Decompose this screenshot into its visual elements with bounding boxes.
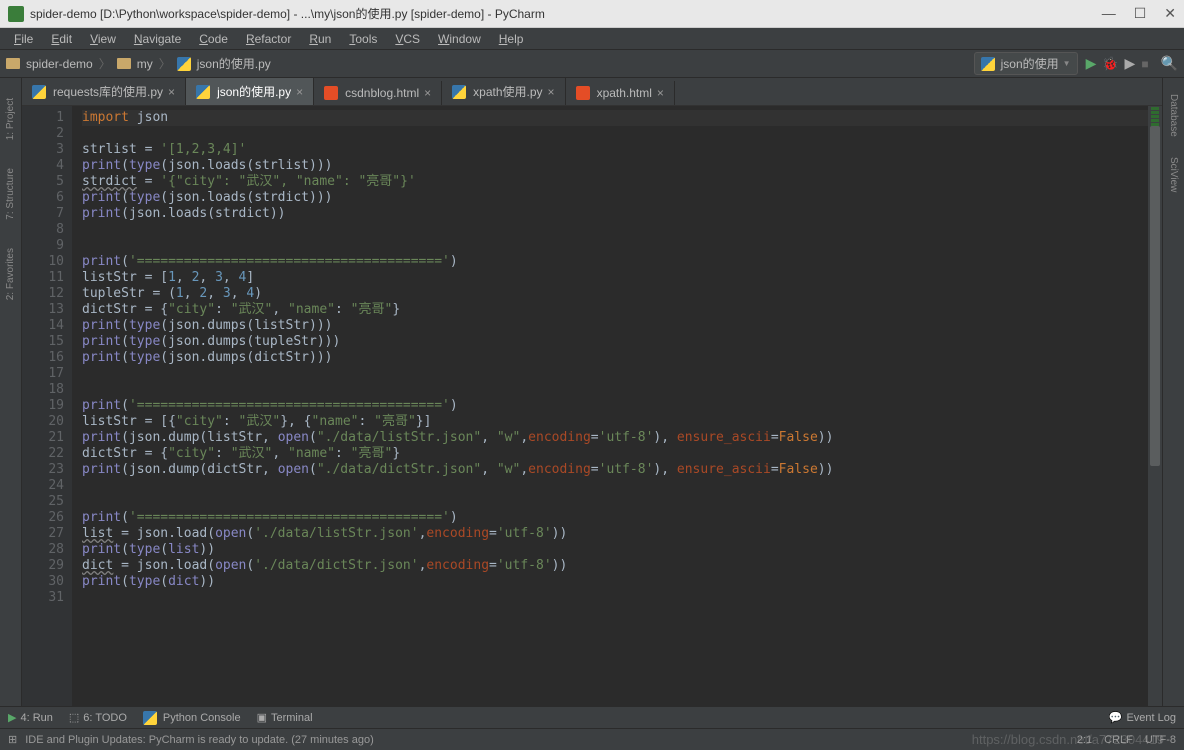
tool-window-database[interactable]: Database xyxy=(1168,94,1179,137)
editor-tab[interactable]: xpath使用.py × xyxy=(442,78,565,105)
python-file-icon xyxy=(196,85,210,99)
folder-icon xyxy=(6,58,20,69)
chevron-down-icon: ▼ xyxy=(1063,59,1071,68)
breadcrumb-item[interactable]: my xyxy=(137,57,153,71)
tool-window-sciview[interactable]: SciView xyxy=(1168,157,1179,192)
editor-area: requests库的使用.py×json的使用.py×csdnblog.html… xyxy=(22,78,1162,706)
close-tab-icon[interactable]: × xyxy=(424,86,431,100)
navigation-bar: spider-demo〉my〉json的使用.py json的使用 ▼ ▶ 🐞 … xyxy=(0,50,1184,78)
tool-label: Terminal xyxy=(271,712,313,724)
maximize-button[interactable]: ☐ xyxy=(1134,5,1147,22)
close-tab-icon[interactable]: × xyxy=(296,85,303,99)
tab-label: requests库的使用.py xyxy=(53,83,163,100)
menu-tools[interactable]: Tools xyxy=(341,30,385,48)
run-coverage-button[interactable]: ▶ xyxy=(1125,55,1136,72)
close-tab-icon[interactable]: × xyxy=(657,86,664,100)
menu-view[interactable]: View xyxy=(82,30,124,48)
gutter-line-numbers: 1234567891011121314151617181920212223242… xyxy=(22,106,72,706)
left-tool-gutter: 1: Project 7: Structure 2: Favorites xyxy=(0,78,22,706)
tool----run[interactable]: ▶ 4: Run xyxy=(8,711,53,725)
close-tab-icon[interactable]: × xyxy=(548,85,555,99)
debug-button[interactable]: 🐞 xyxy=(1102,56,1118,72)
run-button[interactable]: ▶ xyxy=(1086,55,1097,72)
tool-icon xyxy=(143,711,157,725)
stop-button[interactable]: ■ xyxy=(1141,57,1148,71)
tool-python-console[interactable]: Python Console xyxy=(143,711,241,725)
window-titlebar: spider-demo [D:\Python\workspace\spider-… xyxy=(0,0,1184,28)
statusbar: ⊞ IDE and Plugin Updates: PyCharm is rea… xyxy=(0,728,1184,750)
code-content[interactable]: import json strlist = '[1,2,3,4]'print(t… xyxy=(72,106,1148,706)
app-icon xyxy=(8,6,24,22)
menu-window[interactable]: Window xyxy=(430,30,489,48)
editor-tab[interactable]: requests库的使用.py × xyxy=(22,78,186,105)
editor-tabs: requests库的使用.py×json的使用.py×csdnblog.html… xyxy=(22,78,1162,106)
menu-edit[interactable]: Edit xyxy=(43,30,80,48)
menu-help[interactable]: Help xyxy=(491,30,532,48)
tool-window----favorites[interactable]: 2: Favorites xyxy=(5,248,16,300)
folder-icon xyxy=(117,58,131,69)
tool-icon: ▣ xyxy=(257,711,267,724)
menu-navigate[interactable]: Navigate xyxy=(126,30,189,48)
editor-tab[interactable]: json的使用.py × xyxy=(186,78,314,105)
tab-label: json的使用.py xyxy=(217,83,291,100)
run-config-combo[interactable]: json的使用 ▼ xyxy=(974,52,1078,75)
event-log-label: Event Log xyxy=(1126,712,1176,724)
minimize-button[interactable]: — xyxy=(1102,5,1116,22)
menu-run[interactable]: Run xyxy=(301,30,339,48)
python-file-icon xyxy=(32,85,46,99)
html-file-icon xyxy=(324,86,338,100)
tool-icon: ▶ xyxy=(8,711,16,724)
tool-label: 4: Run xyxy=(20,712,52,724)
tool-label: Python Console xyxy=(163,712,241,724)
status-indicator[interactable]: CRLF xyxy=(1104,734,1133,746)
tool-icon: ⬚ xyxy=(69,711,79,724)
python-file-icon xyxy=(177,57,191,71)
event-log-button[interactable]: 💬 Event Log xyxy=(1109,711,1176,724)
tool-window----structure[interactable]: 7: Structure xyxy=(5,168,16,220)
tab-label: xpath.html xyxy=(597,86,652,100)
breadcrumb-item[interactable]: json的使用.py xyxy=(197,55,271,72)
close-button[interactable]: ✕ xyxy=(1164,5,1176,22)
tool-label: 6: TODO xyxy=(83,712,127,724)
vertical-scrollbar[interactable] xyxy=(1148,106,1162,706)
status-indicator[interactable]: 2:1 xyxy=(1077,734,1092,746)
tool-window----project[interactable]: 1: Project xyxy=(5,98,16,140)
html-file-icon xyxy=(576,86,590,100)
bottom-tool-bar: ▶ 4: Run ⬚ 6: TODO Python Console ▣ Terminal 💬… xyxy=(0,706,1184,728)
status-indicator[interactable]: UTF-8 xyxy=(1145,734,1176,746)
toggle-tool-windows-icon[interactable]: ⊞ xyxy=(8,733,17,746)
event-log-icon: 💬 xyxy=(1109,711,1123,724)
tool-terminal[interactable]: ▣ Terminal xyxy=(257,711,313,725)
python-file-icon xyxy=(452,85,466,99)
code-editor[interactable]: 1234567891011121314151617181920212223242… xyxy=(22,106,1162,706)
menu-code[interactable]: Code xyxy=(191,30,236,48)
close-tab-icon[interactable]: × xyxy=(168,85,175,99)
tool----todo[interactable]: ⬚ 6: TODO xyxy=(69,711,127,725)
editor-tab[interactable]: csdnblog.html × xyxy=(314,81,442,105)
python-file-icon xyxy=(981,57,995,71)
tab-label: csdnblog.html xyxy=(345,86,419,100)
menu-file[interactable]: File xyxy=(6,30,41,48)
right-tool-gutter: Database SciView xyxy=(1162,78,1184,706)
scroll-thumb[interactable] xyxy=(1150,126,1160,466)
tab-label: xpath使用.py xyxy=(473,83,542,100)
breadcrumb[interactable]: spider-demo〉my〉json的使用.py xyxy=(6,55,271,72)
search-icon[interactable]: 🔍 xyxy=(1161,55,1178,72)
run-config-label: json的使用 xyxy=(1001,55,1059,72)
menu-refactor[interactable]: Refactor xyxy=(238,30,299,48)
menubar: FileEditViewNavigateCodeRefactorRunTools… xyxy=(0,28,1184,50)
editor-tab[interactable]: xpath.html × xyxy=(566,81,675,105)
menu-vcs[interactable]: VCS xyxy=(387,30,428,48)
breadcrumb-item[interactable]: spider-demo xyxy=(26,57,93,71)
window-title: spider-demo [D:\Python\workspace\spider-… xyxy=(30,5,1102,22)
status-message: IDE and Plugin Updates: PyCharm is ready… xyxy=(25,734,374,746)
